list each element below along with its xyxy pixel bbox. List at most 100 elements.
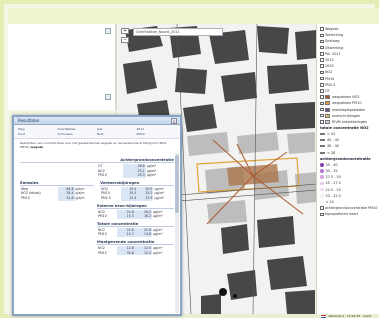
flag-icon xyxy=(321,314,327,318)
class-label: 25 - 27.5 xyxy=(325,181,341,186)
table-cell: μg/m³ xyxy=(153,232,163,237)
class-swatch xyxy=(320,139,325,142)
class-label: > 42 xyxy=(327,132,336,137)
achtergrond-table: OT 26.8 μg/m³ NO2 25.1 μg/m³ PM10 25.3 μg/m³ xyxy=(97,164,174,178)
zoom-out-button[interactable]: − xyxy=(121,37,129,43)
maatgevend-table: NO2 12.8 12.5 μg/m³ PM10 35.8 12.5 μg/m³ xyxy=(97,245,174,256)
legend-panel: Wegvak Toelichting Snelweg Uitwerking Pol. 2… xyxy=(316,24,379,314)
legend-label: NO2 xyxy=(325,70,333,75)
results-description: Resultaten van concentraties voor het ge… xyxy=(14,139,180,153)
table-cell: g/s/m xyxy=(75,195,85,200)
table-cell: 22.8 xyxy=(58,195,75,201)
legend-radio[interactable] xyxy=(320,89,324,93)
results-window[interactable]: Resultaten × Weg Overflakkee Jaar 2011 Oost S… xyxy=(12,115,182,316)
table-cell: 35.8 xyxy=(117,250,135,256)
meta-item: Oost xyxy=(18,131,25,136)
legend-radio[interactable] xyxy=(320,76,324,81)
legend-label: PM10 xyxy=(325,76,335,81)
table-row: PM10 14.7 14.8 μg/m³ xyxy=(97,232,174,237)
close-icon[interactable]: × xyxy=(171,118,177,124)
legend-label: Uitwerking xyxy=(325,45,344,50)
layer-label: wegvakken NO2 xyxy=(332,95,360,100)
class-label: 27.5 - 30 xyxy=(325,175,341,180)
legend-radio[interactable] xyxy=(320,70,324,75)
legend-checkbox[interactable] xyxy=(320,58,324,62)
legend-checkbox[interactable] xyxy=(320,52,324,56)
table-cell: 14.8 xyxy=(134,232,153,237)
class-label: 20 - 22.5 xyxy=(325,193,341,198)
class-label: 35 - 40 xyxy=(325,162,338,167)
section-extern: Externe bron-bijdragen xyxy=(97,203,174,209)
class-label: 38 - 40 xyxy=(327,144,340,149)
table-cell: μg/m³ xyxy=(154,195,164,200)
class-swatch xyxy=(320,145,325,148)
layer-checkbox[interactable] xyxy=(320,120,324,124)
top-toolbar xyxy=(8,8,379,24)
section-totaal: Totale concentratie xyxy=(97,221,174,227)
legend-radio[interactable] xyxy=(320,83,324,87)
table-cell: 14.7 xyxy=(117,232,135,237)
layer-checkbox[interactable] xyxy=(320,101,324,106)
status-text: Nederland · 14:02:35 · kaart xyxy=(321,314,371,318)
class-swatch xyxy=(320,151,325,154)
table-cell: 16.2 xyxy=(134,214,153,219)
results-scroll-thumb[interactable] xyxy=(175,155,179,213)
layer-checkbox[interactable] xyxy=(320,107,324,112)
results-body: Achtergrondconcentratie OT 26.8 μg/m³ NO2 25… xyxy=(14,153,180,313)
class-dot xyxy=(320,181,324,186)
layer-checkbox[interactable] xyxy=(320,95,324,99)
results-titlebar[interactable]: Resultaten × xyxy=(14,117,180,125)
legend-label: Wegvak xyxy=(325,27,339,32)
legend-checkbox[interactable] xyxy=(320,64,324,68)
legend-item[interactable]: topografische kaart xyxy=(320,211,376,217)
legend-conc-title: totale concentratie NO2 xyxy=(320,126,369,130)
legend-label: 2020 xyxy=(325,64,334,69)
table-cell: PM10 xyxy=(98,232,107,237)
table-row: PM10 15.3 16.2 μg/m³ xyxy=(97,214,174,219)
legend-checkbox[interactable] xyxy=(320,45,324,50)
layer-swatch xyxy=(325,95,330,100)
legend-label: 2015 xyxy=(325,58,334,63)
table-row: PM2.5 12.4 12.5 μg/m³ xyxy=(100,195,174,201)
zoom-in-button[interactable]: + xyxy=(121,28,129,34)
panel-scroll-down[interactable] xyxy=(105,94,111,100)
legend-label: Snelweg xyxy=(325,39,340,44)
class-dot xyxy=(320,169,324,173)
totaal-table: NO2 22.6 22.8 μg/m³ PM10 14.7 14.8 μg/m³ xyxy=(97,227,174,237)
layer-swatch xyxy=(325,101,330,106)
table-cell: μg/m³ xyxy=(153,214,163,219)
layer-swatch xyxy=(325,113,330,118)
legend-checkbox[interactable] xyxy=(320,33,324,38)
class-dot xyxy=(320,175,324,179)
class-label: 30 - 35 xyxy=(325,169,338,174)
legend-checkbox[interactable] xyxy=(320,206,324,210)
emissies-table: Weg 84.8 g/s/m NO2 (totaal) 28.4 g/s/m PM10 22.… xyxy=(20,186,94,201)
legend-label: topografische kaart xyxy=(325,212,359,217)
section-emissies: Emissies xyxy=(20,180,94,186)
legend-checkbox[interactable] xyxy=(320,212,324,217)
table-cell: PM2.5 xyxy=(101,195,111,200)
results-scrollbar[interactable] xyxy=(175,153,179,313)
table-cell: 12.5 xyxy=(137,195,154,201)
class-label: < 38 xyxy=(327,150,336,155)
status-label: Nederland · 14:02:35 · kaart xyxy=(328,314,371,318)
legend-checkbox[interactable] xyxy=(320,39,324,44)
class-dot xyxy=(320,163,324,167)
class-label: 40 - 42 xyxy=(327,138,340,143)
zoom-control: + − xyxy=(121,28,129,62)
layer-label: maatregelgebieden xyxy=(332,107,366,112)
map-point xyxy=(219,288,227,296)
legend-checkbox[interactable] xyxy=(320,27,324,31)
layer-checkbox[interactable] xyxy=(320,113,324,118)
meta-item: PM10 xyxy=(136,131,145,136)
legend-label: OT xyxy=(325,88,330,93)
panel-scroll-up[interactable] xyxy=(105,28,111,34)
extern-table: NO2 24.8 26.5 μg/m³ PM10 15.3 16.2 μg/m³ xyxy=(97,209,174,219)
map-search-strip[interactable]: Overflakkee_Noord_2011 xyxy=(133,28,223,36)
layer-label: wegvakken PM10 xyxy=(332,101,362,106)
layer-label: RIVM ontwikkelingen xyxy=(332,119,368,124)
results-title: Resultaten xyxy=(18,118,40,123)
table-row: PM10 35.8 12.5 μg/m³ xyxy=(97,250,174,256)
section-achtergrond: Achtergrondconcentratie xyxy=(20,157,174,163)
table-cell: PM10 xyxy=(21,195,30,200)
